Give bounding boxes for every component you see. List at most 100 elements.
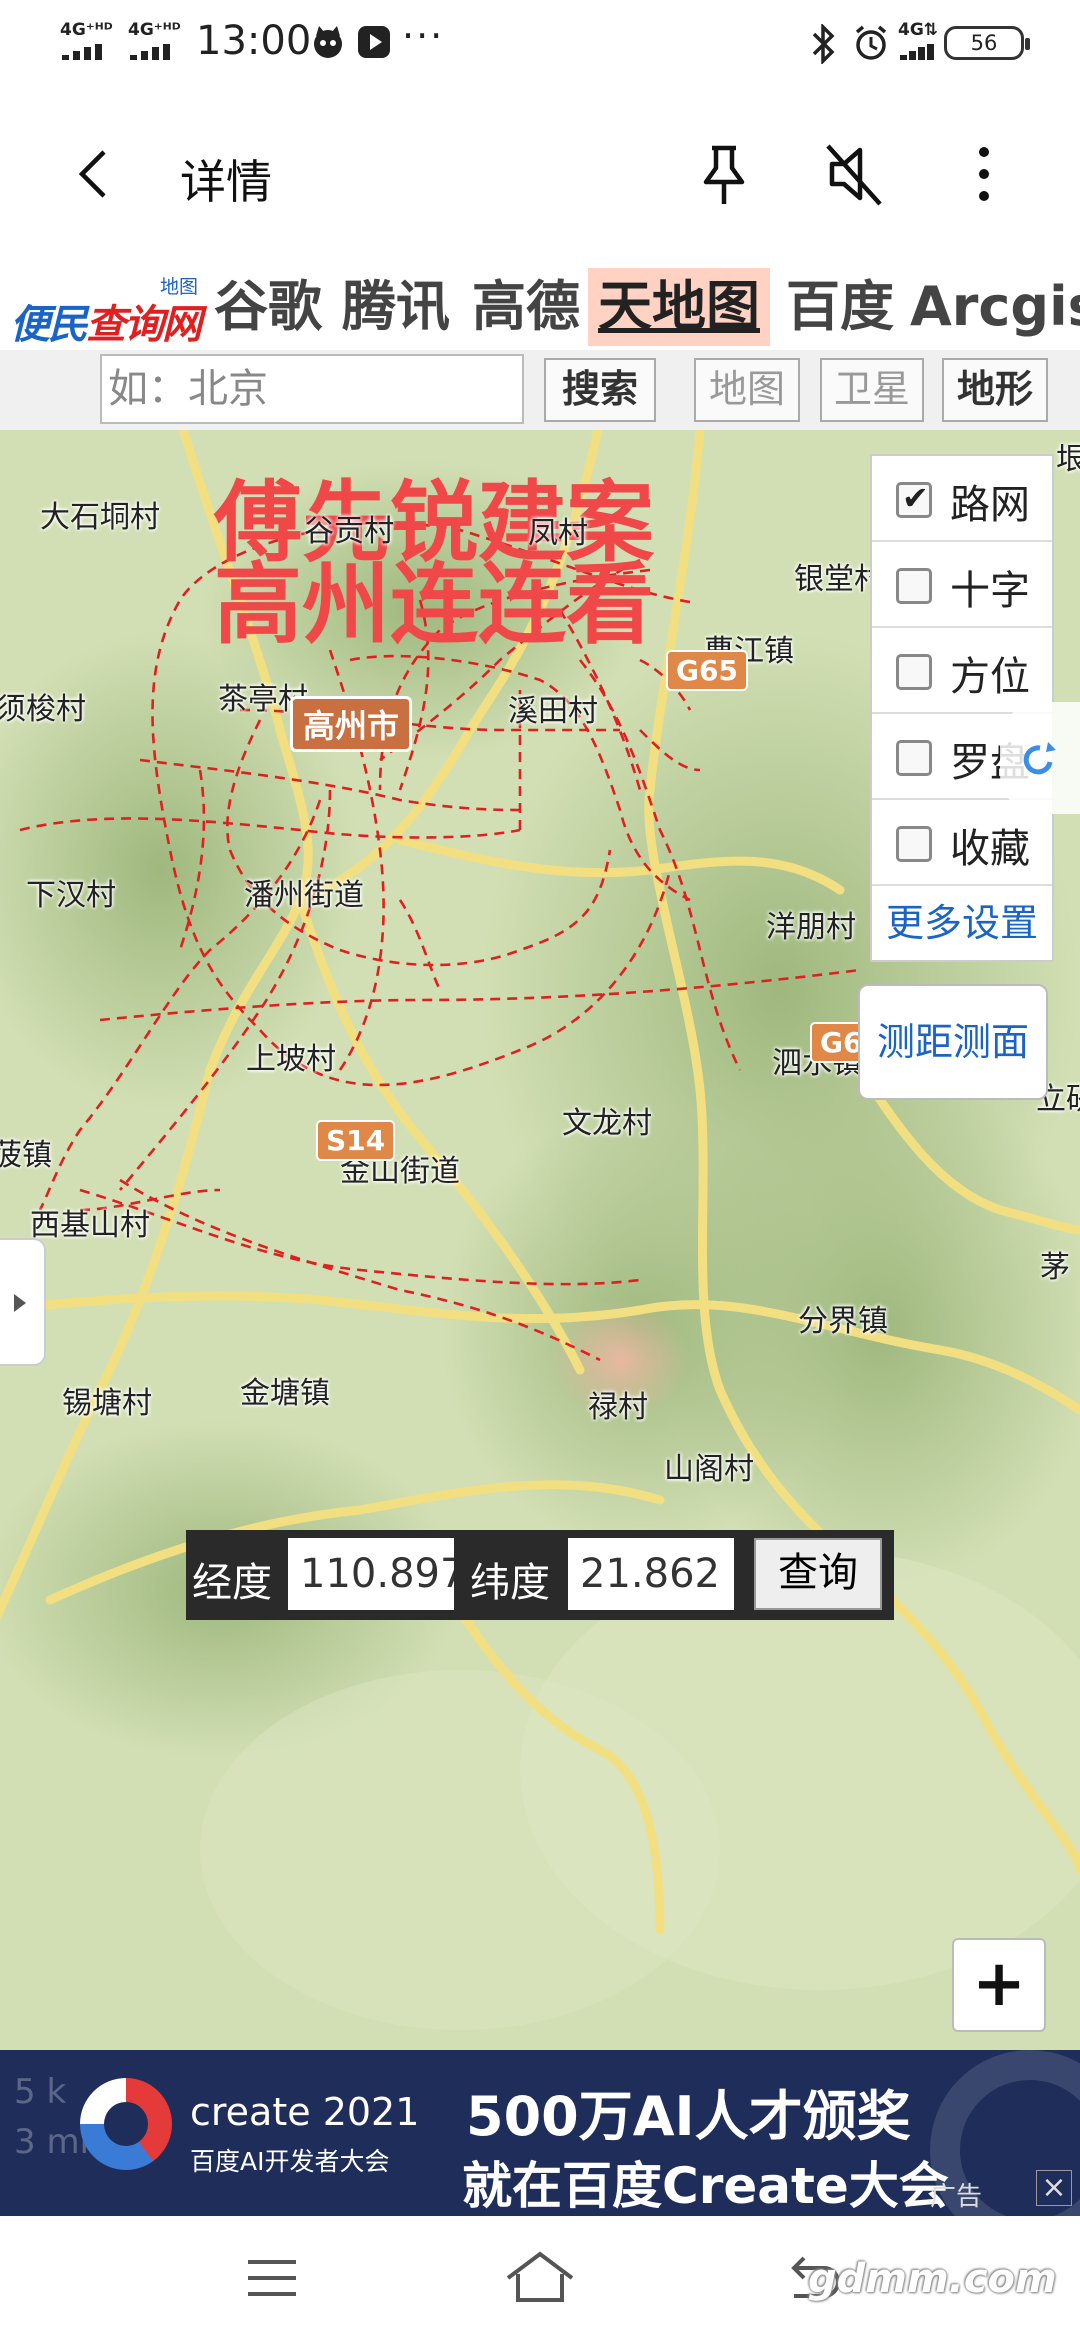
city-badge: 高州市 [290,696,413,752]
place-label: 凤村 [528,516,588,551]
place-label: 金塘镇 [240,1376,330,1411]
highway-shield: S14 [316,1120,396,1161]
layer-label: 路网 [950,482,1030,528]
pin-button[interactable] [688,138,760,210]
expand-panel-button[interactable] [0,1238,46,1366]
map-canvas[interactable]: 傅先锐建案 高州连连看 大石垌村 谷贡村 凤村 银堂村 垠 曹江镇 茶亭村 溪田… [0,430,1080,2050]
menu-icon [248,2260,296,2296]
bianmin-logo[interactable]: 地图 便民查询网 [4,266,204,348]
layer-road-network[interactable]: 路网 [872,456,1052,542]
tab-tianditu[interactable]: 天地图 [588,268,770,346]
screen: 4G⁺ᴴᴰ 4G⁺ᴴᴰ 13:00 ··· 4G⇅ 56 详情 地图 便民查询网… [0,0,1080,2340]
layer-label: 方位 [950,654,1030,700]
place-label: 谷贡村 [304,514,394,549]
place-label: 垠 [1056,442,1080,477]
tab-tencent[interactable]: 腾讯 [342,268,450,346]
more-vertical-icon [979,147,989,201]
place-label: 潘州街道 [244,878,364,913]
more-settings-link[interactable]: 更多设置 [872,886,1052,960]
ad-brand-sub: 百度AI开发者大会 [190,2147,390,2176]
network-label-3: 4G⇅ [898,20,939,40]
ad-banner[interactable]: 5 k 3 mi create 2021 百度AI开发者大会 500万AI人才颁… [0,2050,1080,2216]
place-label: 下汉村 [26,878,116,913]
home-icon [506,2251,574,2302]
latitude-input[interactable]: 21.862 [568,1538,734,1610]
signal-icon [900,44,944,60]
logo-text: 便民查询网 [10,302,202,348]
place-label: 西基山村 [30,1208,150,1243]
floating-assistant-button[interactable] [1000,702,1080,814]
search-bar: 如：北京 搜索 地图 卫星 地形 [0,350,1080,430]
tab-arcgis[interactable]: Arcgis [910,268,1080,346]
more-options-button[interactable] [948,138,1020,210]
search-button[interactable]: 搜索 [544,358,656,422]
longitude-input[interactable]: 110.897 [288,1538,454,1610]
tab-baidu[interactable]: 百度 [786,268,894,346]
place-label: 上坡村 [246,1042,336,1077]
create-logo-icon [80,2078,172,2170]
battery-indicator: 56 [944,26,1030,60]
more-status-icon: ··· [402,14,445,58]
place-label: 溪田村 [508,694,598,729]
ad-subline: 就在百度Create大会 [462,2157,949,2215]
checkbox[interactable] [896,826,932,862]
watermark: gdmm.com [808,2256,1057,2302]
layer-crosshair[interactable]: 十字 [872,542,1052,628]
place-label: 须梭村 [0,692,86,727]
place-label: 山阁村 [664,1452,754,1487]
place-label: 茅 [1040,1250,1070,1285]
map-source-tabs: 地图 便民查询网 谷歌 腾讯 高德 天地图 百度 Arcgis [0,262,1080,350]
measure-button[interactable]: 测距测面 [858,984,1048,1100]
checkbox[interactable] [896,740,932,776]
menu-button[interactable] [232,2238,312,2318]
chevron-left-icon [78,150,106,198]
checkbox[interactable] [896,568,932,604]
checkbox[interactable] [896,654,932,690]
mute-button[interactable] [818,138,890,210]
pin-icon [703,145,745,204]
terrain-mode-button[interactable]: 地形 [942,358,1048,422]
back-button[interactable] [66,144,126,204]
search-input[interactable]: 如：北京 [100,354,524,424]
app-header: 详情 [0,90,1080,260]
place-label: 锡塘村 [62,1386,152,1421]
place-label: 禄村 [588,1390,648,1425]
latitude-label: 纬度 [470,1560,550,1606]
coordinate-bar: 经度 110.897 纬度 21.862 查询 [186,1530,894,1620]
cat-app-icon [310,24,346,69]
place-label: 大石垌村 [40,500,160,535]
network-label-1: 4G⁺ᴴᴰ [60,20,113,40]
layer-label: 收藏 [950,826,1030,872]
satellite-mode-button[interactable]: 卫星 [820,358,924,422]
highway-shield: G65 [666,650,748,691]
place-label: 菠镇 [0,1138,52,1173]
layer-label: 十字 [950,568,1030,614]
signal-icon [62,44,106,60]
map-mode-button[interactable]: 地图 [694,358,800,422]
place-label: 洋朋村 [766,910,856,945]
scale-km-label: 5 k [14,2072,67,2112]
status-bar: 4G⁺ᴴᴰ 4G⁺ᴴᴰ 13:00 ··· 4G⇅ 56 [0,0,1080,90]
checkbox[interactable] [896,479,932,518]
place-label: 文龙村 [562,1106,652,1141]
tab-google[interactable]: 谷歌 [214,268,322,346]
system-nav-bar: gdmm.com [0,2216,1080,2340]
signal-icon [130,44,174,60]
alarm-icon [852,24,890,71]
clock: 13:00 [196,18,312,64]
bluetooth-icon [808,22,838,73]
home-button[interactable] [500,2238,580,2318]
ad-brand: create 2021 [190,2090,420,2134]
ad-tag: 广告 [930,2182,983,2212]
tab-amap[interactable]: 高德 [472,268,580,346]
query-button[interactable]: 查询 [754,1538,882,1610]
network-label-2: 4G⁺ᴴᴰ [128,20,181,40]
scale-mi-label: 3 mi [14,2122,90,2162]
page-title: 详情 [180,155,272,209]
zoom-in-button[interactable]: + [952,1938,1046,2032]
close-icon[interactable]: × [1036,2170,1072,2206]
ad-headline: 500万AI人才颁奖 [466,2085,911,2148]
refresh-icon [1023,742,1056,775]
speaker-mute-icon [826,144,882,206]
play-app-icon [356,24,392,69]
